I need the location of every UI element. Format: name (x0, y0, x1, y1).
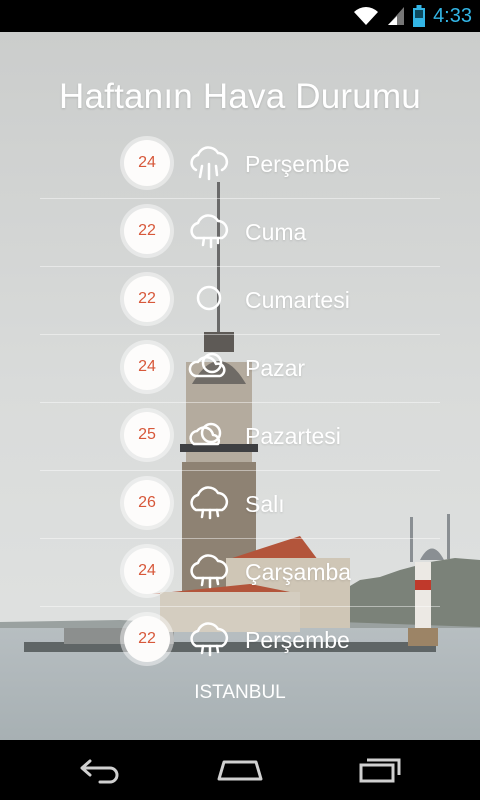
signal-icon (388, 7, 405, 25)
day-label: Perşembe (245, 151, 350, 177)
home-button[interactable] (200, 748, 280, 792)
forecast-row[interactable]: 26 Salı (0, 470, 480, 539)
temperature-badge: 24 (124, 548, 170, 594)
status-icons: 4:33 (353, 3, 472, 29)
day-label: Perşembe (245, 627, 350, 653)
rain-cloud-icon (190, 214, 229, 249)
temperature-badge: 25 (124, 412, 170, 458)
forecast-row[interactable]: 24 Perşembe (0, 130, 480, 199)
status-time: 4:33 (433, 4, 472, 27)
forecast-row[interactable]: 24 Çarşamba (0, 538, 480, 607)
navigation-bar (0, 740, 480, 800)
recent-apps-button[interactable] (340, 748, 420, 792)
back-icon (80, 759, 119, 784)
temperature-badge: 24 (124, 344, 170, 390)
partly-cloudy-icon (189, 422, 222, 446)
page-title: Haftanın Hava Durumu (59, 77, 421, 116)
temperature-badge: 22 (124, 276, 170, 322)
city-label: ISTANBUL (194, 682, 286, 703)
forecast-row[interactable]: 22 Cumartesi (0, 266, 480, 335)
forecast-row[interactable]: 24 Pazar (0, 334, 480, 403)
day-label: Salı (245, 491, 285, 517)
day-label: Cuma (245, 219, 307, 245)
forecast-row[interactable]: 22 Cuma (0, 198, 480, 267)
back-button[interactable] (60, 748, 140, 792)
temperature-badge: 22 (124, 208, 170, 254)
home-icon (217, 760, 263, 781)
rain-cloud-icon (190, 622, 229, 657)
recent-apps-icon (359, 758, 401, 783)
temperature-badge: 22 (124, 616, 170, 662)
day-label: Çarşamba (245, 559, 352, 585)
temperature-badge: 26 (124, 480, 170, 526)
day-label: Cumartesi (245, 287, 350, 313)
day-label: Pazartesi (245, 423, 341, 449)
forecast-row[interactable]: 22 Perşembe (0, 606, 480, 674)
day-label: Pazar (245, 355, 306, 381)
partly-cloudy-icon (188, 352, 226, 378)
rain-cloud-icon (190, 554, 229, 589)
wifi-icon (354, 7, 379, 25)
forecast-row[interactable]: 25 Pazartesi (0, 402, 480, 471)
rain-cloud-icon (190, 146, 229, 181)
rain-cloud-icon (190, 486, 229, 520)
temperature-badge: 24 (124, 140, 170, 186)
battery-icon (413, 5, 426, 27)
status-bar: 4:33 (0, 0, 480, 32)
sun-icon (196, 285, 222, 311)
